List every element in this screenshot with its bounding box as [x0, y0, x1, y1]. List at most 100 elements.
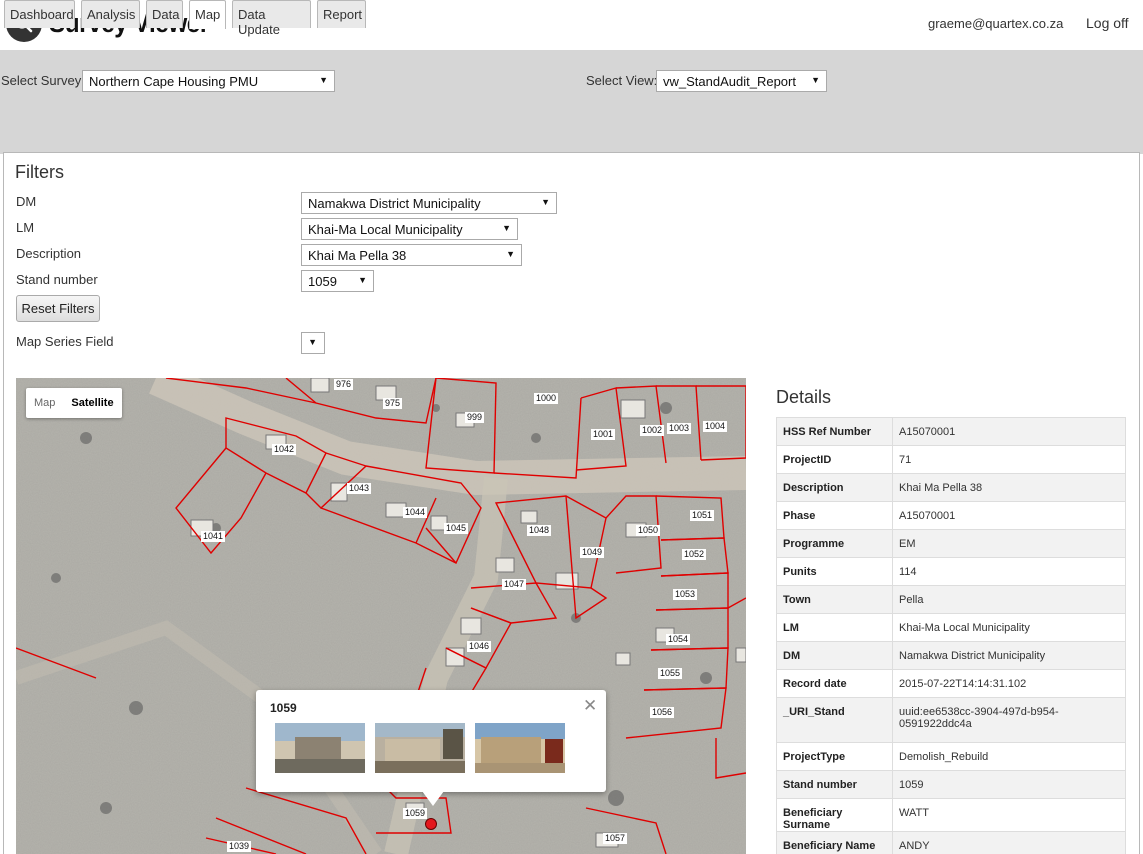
filters-title: Filters [15, 162, 64, 182]
details-key: Town [776, 585, 893, 614]
details-key: Beneficiary Surname [776, 798, 893, 832]
stand-number-select[interactable]: 1059 ▼ [301, 270, 374, 292]
details-value: A15070001 [892, 501, 1126, 530]
tab-label: Dashboard [10, 7, 74, 22]
details-key: Record date [776, 669, 893, 698]
details-key: Beneficiary Name [776, 831, 893, 854]
map-type-map-button[interactable]: Map [26, 388, 63, 418]
stand-number-label: 1041 [201, 531, 226, 542]
view-select[interactable]: vw_StandAudit_Report ▼ [656, 70, 827, 92]
survey-select[interactable]: Northern Cape Housing PMU ▼ [82, 70, 335, 92]
details-row: ProjectType Demolish_Rebuild [776, 742, 1126, 771]
stand-number-label: 1050 [636, 525, 661, 536]
stand-number-label: 1059 [403, 808, 428, 819]
details-row: Punits 114 [776, 557, 1126, 586]
stand-number-label: 1052 [682, 549, 707, 560]
stand-number-label: 1056 [650, 707, 675, 718]
details-key: LM [776, 613, 893, 642]
dropdown-arrow-icon: ▼ [319, 75, 328, 85]
dropdown-arrow-icon: ▼ [506, 249, 515, 259]
lm-label: LM [16, 220, 35, 235]
details-value: 2015-07-22T14:14:31.102 [892, 669, 1126, 698]
user-email: graeme@quartex.co.za [928, 16, 1064, 31]
reset-filters-button[interactable]: Reset Filters [16, 295, 100, 322]
details-row: ProjectID 71 [776, 445, 1126, 474]
dm-select[interactable]: Namakwa District Municipality ▼ [301, 192, 557, 214]
stand-number-label: 975 [383, 398, 403, 409]
selected-stand-marker[interactable] [425, 818, 437, 830]
details-value: Demolish_Rebuild [892, 742, 1126, 771]
tab-label: Data [152, 7, 180, 22]
tab-label: Analysis [87, 7, 136, 22]
stand-number-label: 1004 [703, 421, 728, 432]
stand-number-label: 1055 [658, 668, 683, 679]
details-row: Town Pella [776, 585, 1126, 614]
stand-number-label: 1000 [534, 393, 559, 404]
stand-number-label: 1003 [667, 423, 692, 434]
details-row: DM Namakwa District Municipality [776, 641, 1126, 670]
details-value: 114 [892, 557, 1126, 586]
select-survey-label: Select Survey: [1, 73, 85, 88]
details-value: uuid:ee6538cc-3904-497d-b954-0591922ddc4… [892, 697, 1126, 743]
map-type-satellite-button[interactable]: Satellite [63, 388, 121, 418]
tab-label: Report [323, 7, 363, 22]
stand-number-label: 1042 [272, 444, 297, 455]
tab-report[interactable]: Report [317, 0, 366, 28]
details-key: Phase [776, 501, 893, 530]
dropdown-arrow-icon: ▼ [541, 197, 550, 207]
details-value: Pella [892, 585, 1126, 614]
stand-popup: 1059 ✕ [256, 690, 606, 792]
details-key: Programme [776, 529, 893, 558]
details-key: ProjectID [776, 445, 893, 474]
dropdown-arrow-icon: ▼ [358, 275, 367, 285]
close-icon[interactable]: ✕ [583, 696, 597, 716]
details-row: Programme EM [776, 529, 1126, 558]
stand-number-label: 1002 [640, 425, 665, 436]
details-key: DM [776, 641, 893, 670]
details-value: 1059 [892, 770, 1126, 799]
logoff-link[interactable]: Log off [1086, 15, 1129, 31]
description-select[interactable]: Khai Ma Pella 38 ▼ [301, 244, 522, 266]
stand-photo-3[interactable] [475, 723, 565, 773]
details-row: Phase A15070001 [776, 501, 1126, 530]
tab-data-update[interactable]: Data Update [232, 0, 311, 37]
details-key: _URI_Stand [776, 697, 893, 743]
stand-photo-1[interactable] [275, 723, 365, 773]
description-select-value: Khai Ma Pella 38 [308, 248, 407, 263]
details-value: Namakwa District Municipality [892, 641, 1126, 670]
details-value: WATT [892, 798, 1126, 832]
details-key: Punits [776, 557, 893, 586]
tab-label: Map [195, 7, 221, 22]
details-value: ANDY [892, 831, 1126, 854]
details-row: _URI_Stand uuid:ee6538cc-3904-497d-b954-0… [776, 697, 1126, 743]
popup-pointer [422, 791, 444, 806]
details-value: EM [892, 529, 1126, 558]
stand-number-label: 976 [334, 379, 354, 390]
details-row: Description Khai Ma Pella 38 [776, 473, 1126, 502]
tab-analysis[interactable]: Analysis [81, 0, 140, 28]
details-row: HSS Ref Number A15070001 [776, 417, 1126, 446]
view-select-value: vw_StandAudit_Report [663, 74, 796, 89]
tab-dashboard[interactable]: Dashboard [4, 0, 75, 28]
details-key: Stand number [776, 770, 893, 799]
map-series-select[interactable]: ▼ [301, 332, 325, 354]
stand-number-label: 1057 [603, 833, 628, 844]
stand-number-label: 1051 [690, 510, 715, 521]
dropdown-arrow-icon: ▼ [308, 337, 317, 347]
popup-title: 1059 [270, 701, 297, 715]
tab-map[interactable]: Map [189, 0, 226, 29]
tab-data[interactable]: Data [146, 0, 183, 28]
details-value: 71 [892, 445, 1126, 474]
stand-number-label: 1053 [673, 589, 698, 600]
lm-select-value: Khai-Ma Local Municipality [308, 222, 463, 237]
details-row: Beneficiary Surname WATT [776, 798, 1126, 832]
stand-number-label: 1046 [467, 641, 492, 652]
stand-photo-2[interactable] [375, 723, 465, 773]
details-key: ProjectType [776, 742, 893, 771]
stand-number-select-value: 1059 [308, 274, 337, 289]
stand-number-label: Stand number [16, 272, 98, 287]
map-series-label: Map Series Field [16, 334, 114, 349]
stand-number-label: 1039 [227, 841, 252, 852]
details-row: LM Khai-Ma Local Municipality [776, 613, 1126, 642]
lm-select[interactable]: Khai-Ma Local Municipality ▼ [301, 218, 518, 240]
